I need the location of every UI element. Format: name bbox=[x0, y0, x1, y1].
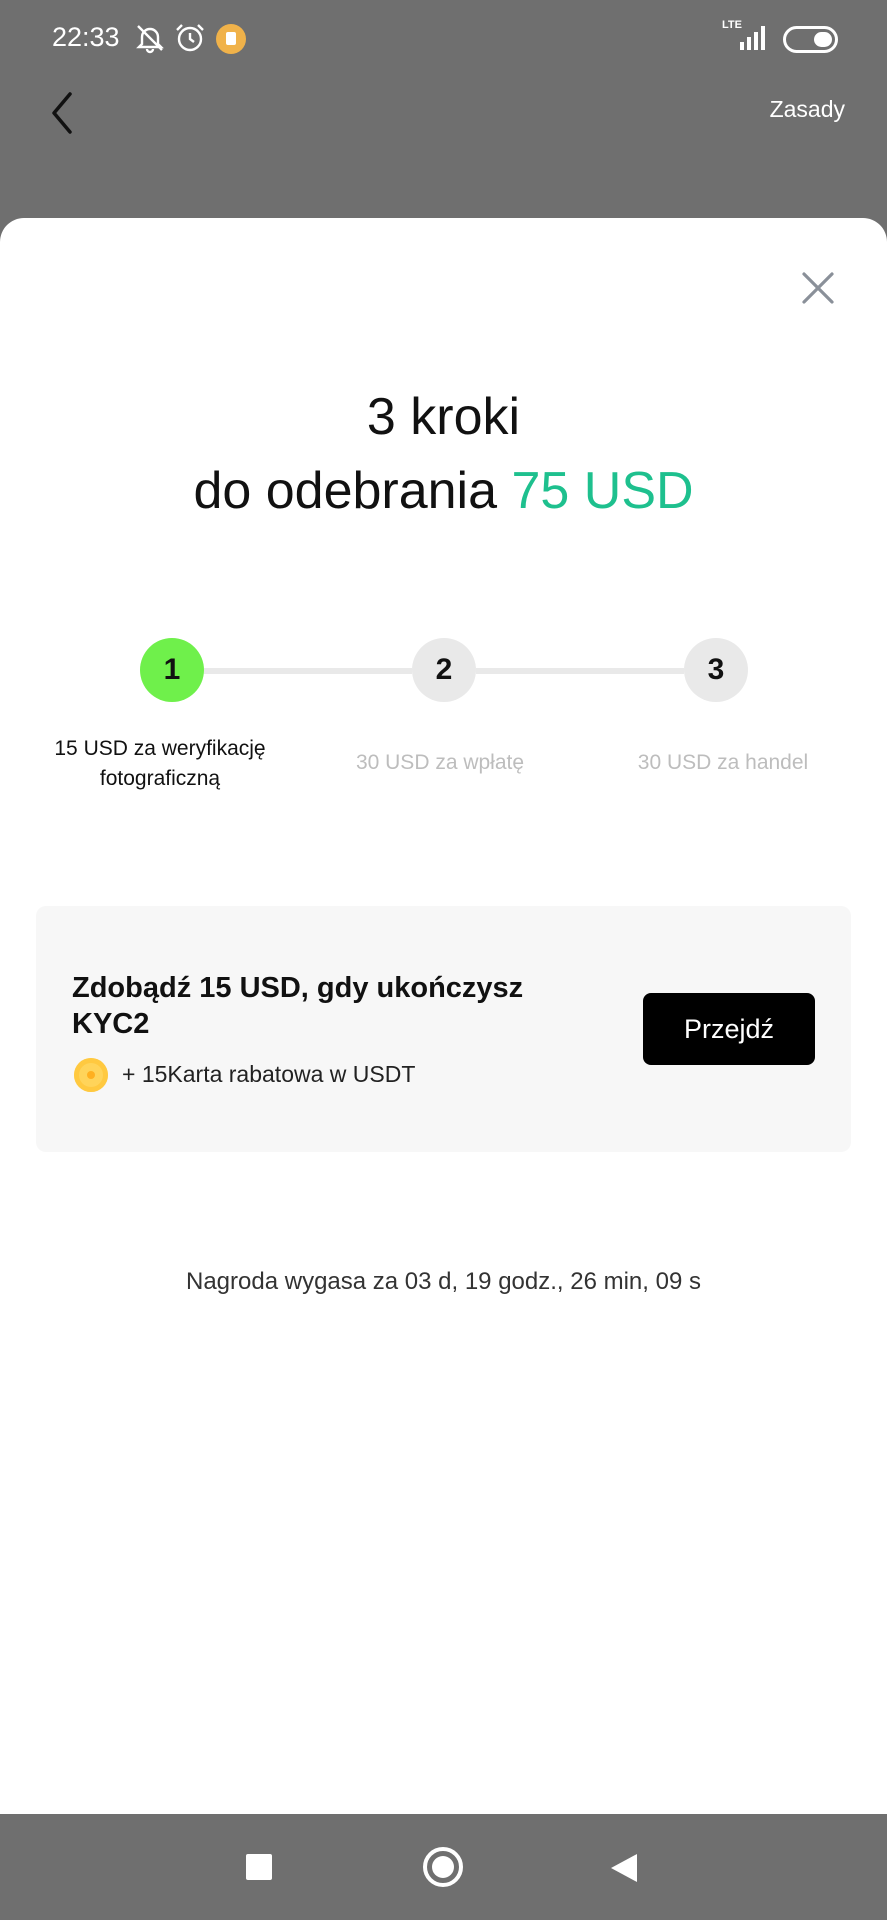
title-line-2: do odebrania 75 USD bbox=[0, 454, 887, 528]
home-icon[interactable] bbox=[423, 1847, 463, 1887]
bell-off-icon bbox=[136, 25, 164, 54]
step-label-1-line-1: 15 USD za weryfikację bbox=[54, 737, 266, 760]
step-label-1: 15 USD za weryfikację fotograficzną bbox=[30, 734, 290, 794]
coin-icon bbox=[74, 1058, 108, 1092]
signal-icon bbox=[740, 26, 765, 50]
step-circle-1: 1 bbox=[140, 638, 204, 702]
step-label-3: 30 USD za handel bbox=[593, 748, 853, 778]
expiry-countdown: Nagroda wygasa za 03 d, 19 godz., 26 min… bbox=[186, 1268, 701, 1295]
step-label-1-line-2: fotograficzną bbox=[99, 767, 221, 790]
alarm-icon bbox=[176, 24, 204, 52]
page-title: 3 kroki do odebrania 75 USD bbox=[0, 380, 887, 528]
step-connector-1 bbox=[204, 668, 412, 674]
step-label-2-line-1: 30 USD za wpłatę bbox=[355, 751, 525, 774]
title-amount: 75 USD bbox=[511, 462, 694, 520]
step-circle-3: 3 bbox=[684, 638, 748, 702]
step-circle-2: 2 bbox=[412, 638, 476, 702]
step-connector-2 bbox=[476, 668, 684, 674]
rules-link[interactable]: Zasady bbox=[770, 96, 845, 123]
card-title-line-2: KYC2 bbox=[72, 1008, 150, 1040]
bonus-text: + 15Karta rabatowa w USDT bbox=[122, 1061, 416, 1087]
go-button[interactable]: Przejdź bbox=[643, 993, 815, 1065]
step-label-3-line-1: 30 USD za handel bbox=[637, 751, 809, 774]
title-line-1: 3 kroki bbox=[366, 388, 521, 446]
status-bar: 22:33 LTE bbox=[0, 0, 887, 80]
card-title-line-1: Zdobądź 15 USD, gdy ukończysz bbox=[72, 972, 524, 1004]
title-prefix: do odebrania bbox=[193, 462, 512, 520]
step-label-2: 30 USD za wpłatę bbox=[310, 748, 570, 778]
battery-icon bbox=[783, 26, 838, 53]
recent-apps-icon[interactable] bbox=[246, 1854, 272, 1880]
chevron-left-icon[interactable] bbox=[44, 88, 80, 138]
card-title: Zdobądź 15 USD, gdy ukończysz KYC2 bbox=[72, 970, 592, 1042]
close-icon[interactable] bbox=[800, 270, 836, 306]
app-notification-icon bbox=[216, 24, 246, 54]
task-card: Zdobądź 15 USD, gdy ukończysz KYC2 + 15K… bbox=[36, 906, 851, 1152]
back-icon[interactable] bbox=[609, 1852, 639, 1884]
status-time: 22:33 bbox=[52, 22, 120, 52]
